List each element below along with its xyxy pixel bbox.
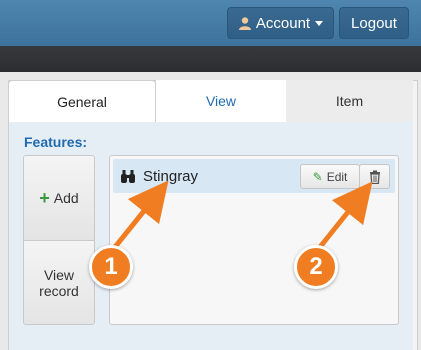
tab-bar: General View Item xyxy=(8,80,413,122)
edit-label: Edit xyxy=(326,169,348,184)
account-dropdown-button[interactable]: Account xyxy=(227,7,334,39)
tab-item[interactable]: Item xyxy=(286,80,413,122)
edit-button[interactable]: ✎ Edit xyxy=(300,164,360,189)
view-record-button[interactable]: View record xyxy=(24,241,94,324)
logout-button[interactable]: Logout xyxy=(339,7,409,39)
header-divider-bar xyxy=(0,46,421,72)
callout-number: 1 xyxy=(104,253,118,280)
tab-label: General xyxy=(57,93,107,110)
user-icon xyxy=(238,17,251,30)
chevron-down-icon xyxy=(315,20,324,26)
features-heading: Features: xyxy=(24,134,88,150)
callout-badge-1: 1 xyxy=(89,245,133,289)
view-record-label: View record xyxy=(39,267,79,299)
pencil-icon: ✎ xyxy=(312,169,323,184)
logout-label: Logout xyxy=(351,14,397,32)
features-list: Stingray ✎ Edit xyxy=(109,155,399,325)
callout-badge-2: 2 xyxy=(294,245,338,289)
delete-button[interactable] xyxy=(359,164,390,189)
tab-general[interactable]: General xyxy=(8,80,156,122)
top-navbar: Account Logout xyxy=(0,0,421,46)
tab-label: Item xyxy=(335,93,364,109)
plus-icon: + xyxy=(39,187,50,208)
add-button[interactable]: + Add xyxy=(24,156,94,241)
add-label: Add xyxy=(53,190,79,206)
callout-number: 2 xyxy=(309,253,323,280)
tab-view[interactable]: View xyxy=(156,80,286,122)
trash-icon xyxy=(369,170,380,184)
feature-actions-group: + Add View record xyxy=(23,155,95,325)
binoculars-icon xyxy=(121,170,135,183)
list-item[interactable]: Stingray ✎ Edit xyxy=(113,159,395,193)
account-label: Account xyxy=(255,14,311,32)
app-window: Account Logout General View Item Feature… xyxy=(0,0,421,350)
feature-name: Stingray xyxy=(143,168,199,185)
tab-label: View xyxy=(205,93,237,109)
